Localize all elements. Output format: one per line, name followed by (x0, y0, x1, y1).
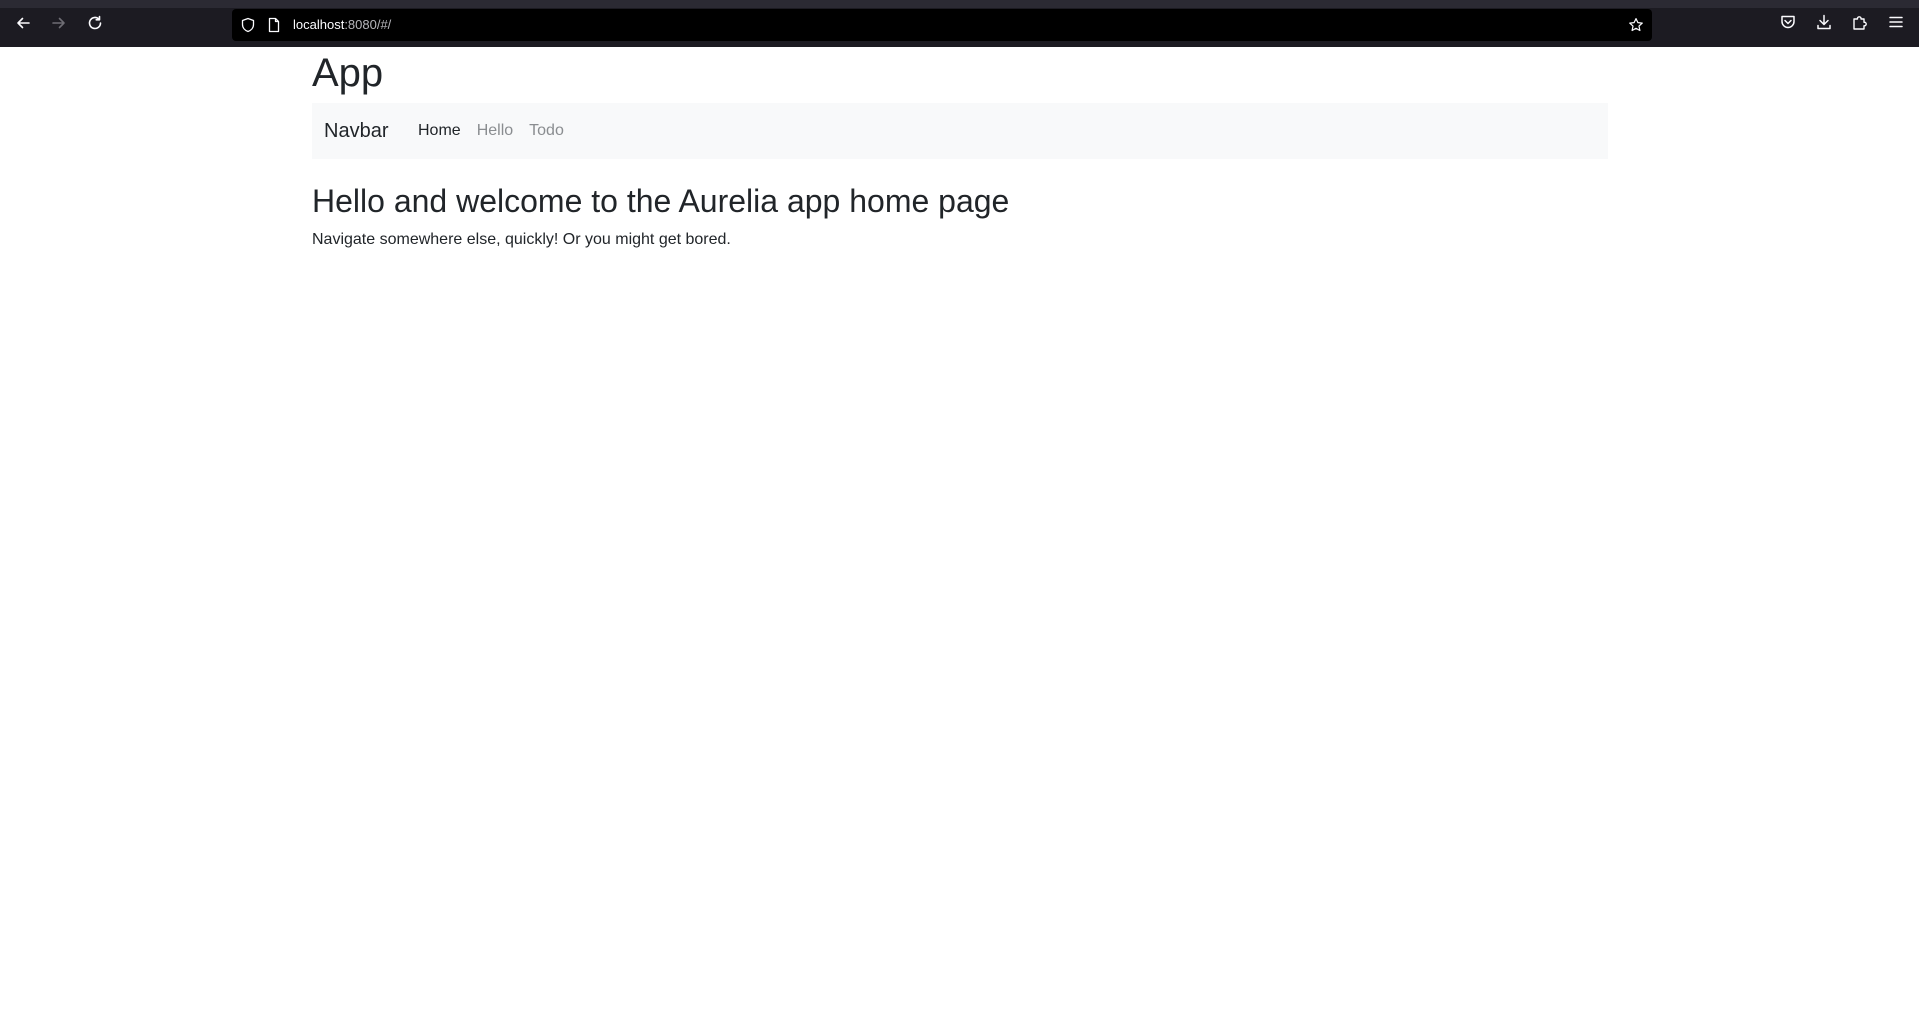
url-host: localhost (293, 17, 345, 32)
reload-icon (86, 14, 104, 37)
navbar: Navbar Home Hello Todo (312, 103, 1608, 159)
page-icon[interactable] (266, 17, 282, 33)
app-title: App (312, 51, 384, 95)
nav-links: Home Hello Todo (410, 120, 572, 142)
url-text[interactable]: localhost:8080/#/ (293, 17, 391, 33)
arrow-left-icon (14, 14, 32, 37)
home-heading: Hello and welcome to the Aurelia app hom… (312, 183, 1010, 219)
puzzle-icon (1851, 13, 1869, 36)
navbar-brand[interactable]: Navbar (324, 118, 388, 144)
nav-link-home[interactable]: Home (410, 120, 469, 142)
url-path: :8080/#/ (344, 17, 392, 32)
tab-strip (0, 0, 1919, 8)
downloads-button[interactable] (1814, 14, 1834, 34)
url-bar[interactable]: localhost:8080/#/ (232, 9, 1652, 41)
reload-button[interactable] (83, 13, 107, 37)
pocket-icon (1779, 13, 1797, 36)
forward-button[interactable] (47, 13, 71, 37)
extensions-button[interactable] (1850, 14, 1870, 34)
nav-link-todo[interactable]: Todo (521, 120, 572, 142)
home-text: Navigate somewhere else, quickly! Or you… (312, 231, 731, 248)
hamburger-menu-icon (1887, 13, 1905, 36)
shield-icon[interactable] (240, 17, 256, 33)
arrow-right-icon (50, 14, 68, 37)
star-icon[interactable] (1628, 17, 1644, 33)
nav-link-hello[interactable]: Hello (469, 120, 521, 142)
menu-button[interactable] (1886, 14, 1906, 34)
pocket-button[interactable] (1778, 14, 1798, 34)
download-icon (1815, 13, 1833, 36)
browser-toolbar: localhost:8080/#/ (0, 0, 1919, 47)
back-button[interactable] (11, 13, 35, 37)
